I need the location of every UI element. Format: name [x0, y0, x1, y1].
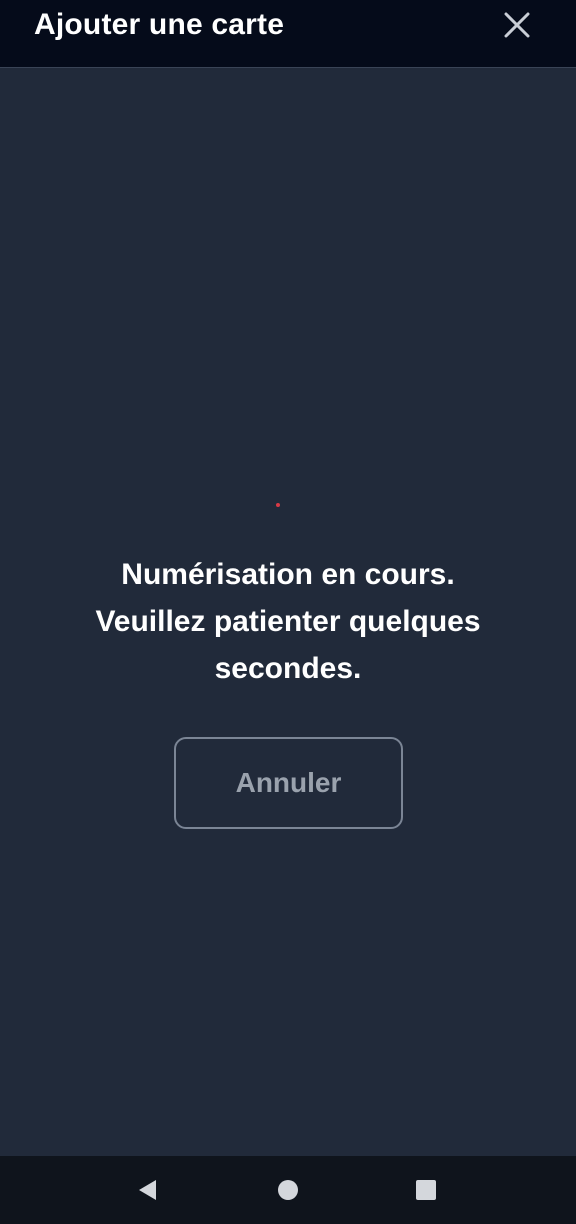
close-icon — [504, 12, 530, 38]
system-navigation-bar — [0, 1156, 576, 1224]
nav-back-button[interactable] — [136, 1178, 160, 1202]
close-button[interactable] — [498, 6, 536, 44]
message-line: secondes. — [214, 652, 362, 685]
loading-indicator-dot — [276, 503, 280, 507]
nav-recents-button[interactable] — [414, 1178, 438, 1202]
back-triangle-icon — [139, 1180, 156, 1200]
message-line: Veuillez patienter quelques — [95, 605, 481, 638]
scan-screen: Ajouter une carte Numérisation en cours.… — [0, 0, 576, 1224]
recents-square-icon — [416, 1180, 436, 1200]
cancel-button[interactable]: Annuler — [174, 737, 403, 829]
nav-home-button[interactable] — [276, 1178, 300, 1202]
scanning-message: Numérisation en cours. Veuillez patiente… — [40, 551, 536, 692]
message-line: Numérisation en cours. — [121, 558, 455, 591]
home-circle-icon — [278, 1180, 298, 1200]
top-app-bar: Ajouter une carte — [0, 0, 576, 68]
page-title: Ajouter une carte — [34, 8, 285, 41]
